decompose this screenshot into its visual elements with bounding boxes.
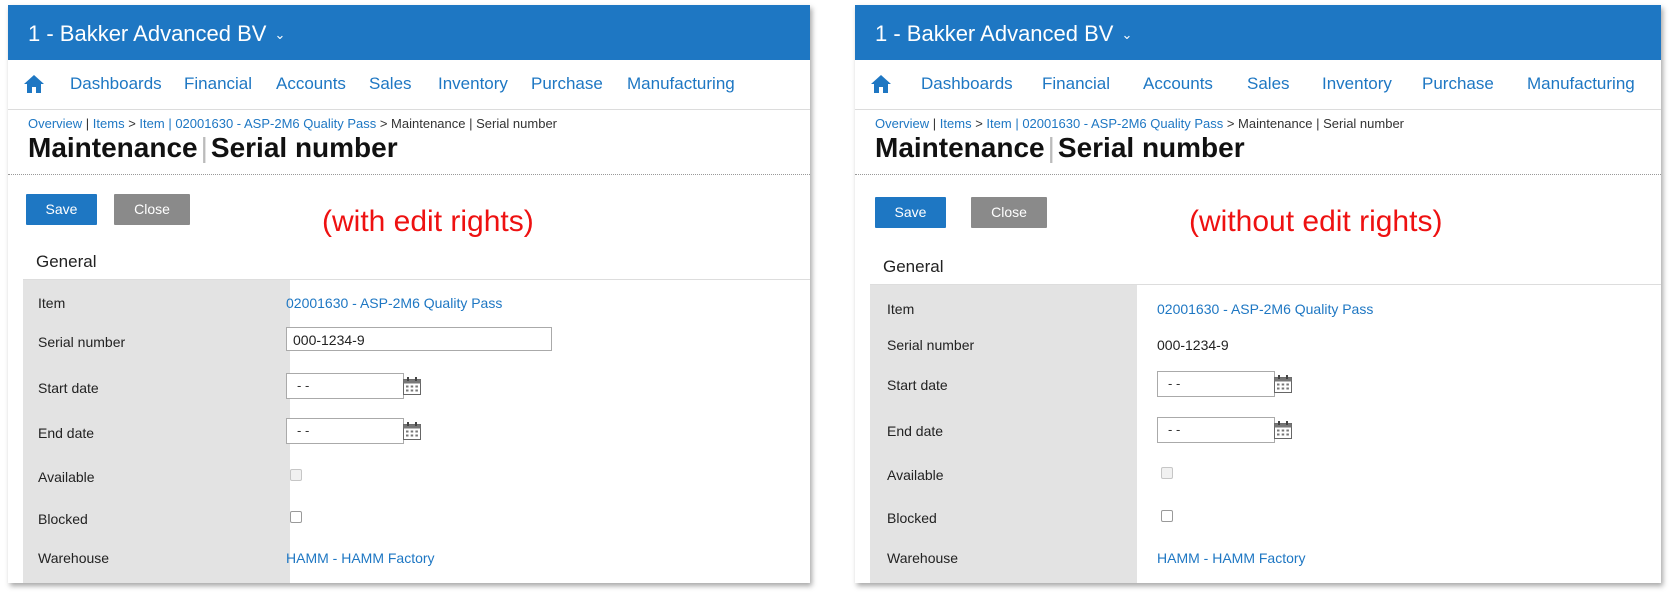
- label-available: Available: [887, 467, 944, 483]
- nav-accounts[interactable]: Accounts: [276, 74, 346, 94]
- chevron-down-icon: ⌄: [1121, 27, 1133, 42]
- home-icon[interactable]: [23, 73, 45, 95]
- available-checkbox: [1161, 467, 1173, 479]
- nav-manufacturing[interactable]: Manufacturing: [1527, 74, 1635, 94]
- label-warehouse: Warehouse: [38, 550, 110, 566]
- nav-purchase[interactable]: Purchase: [1422, 74, 1494, 94]
- main-nav: Dashboards Financial Accounts Sales Inve…: [855, 60, 1661, 110]
- page-title-sub: Serial number: [1057, 132, 1245, 163]
- warehouse-link[interactable]: HAMM - HAMM Factory: [1157, 550, 1306, 566]
- main-nav: Dashboards Financial Accounts Sales Inve…: [8, 60, 810, 110]
- save-button[interactable]: Save: [875, 197, 946, 228]
- top-bar: 1 - Bakker Advanced BV ⌄: [855, 5, 1661, 60]
- serial-number-value: 000-1234-9: [1157, 337, 1229, 353]
- nav-dashboards[interactable]: Dashboards: [70, 74, 162, 94]
- label-serial-number: Serial number: [38, 334, 126, 350]
- calendar-icon[interactable]: [402, 421, 422, 441]
- page-title: Maintenance | Serial number: [875, 132, 1245, 163]
- label-item: Item: [38, 295, 66, 311]
- nav-inventory[interactable]: Inventory: [438, 74, 508, 94]
- company-name: 1 - Bakker Advanced BV: [28, 21, 267, 46]
- label-end-date: End date: [38, 425, 95, 441]
- nav-accounts[interactable]: Accounts: [1143, 74, 1213, 94]
- save-button[interactable]: Save: [26, 194, 97, 225]
- company-selector[interactable]: 1 - Bakker Advanced BV ⌄: [875, 21, 1132, 47]
- annotation-label: (with edit rights): [322, 205, 534, 238]
- label-blocked: Blocked: [38, 511, 88, 527]
- label-item: Item: [887, 301, 915, 317]
- nav-sales[interactable]: Sales: [369, 74, 412, 94]
- nav-financial[interactable]: Financial: [184, 74, 252, 94]
- section-title-general: General: [883, 257, 944, 276]
- close-button[interactable]: Close: [114, 194, 190, 225]
- breadcrumb-current: Maintenance | Serial number: [1238, 116, 1405, 131]
- nav-manufacturing[interactable]: Manufacturing: [627, 74, 735, 94]
- nav-sales[interactable]: Sales: [1247, 74, 1290, 94]
- label-blocked: Blocked: [887, 510, 937, 526]
- start-date-input[interactable]: - -: [1157, 371, 1275, 397]
- window-with-edit-rights: 1 - Bakker Advanced BV ⌄ Dashboards Finan…: [8, 5, 810, 583]
- start-date-input[interactable]: - -: [286, 373, 404, 399]
- label-warehouse: Warehouse: [887, 550, 959, 566]
- nav-financial[interactable]: Financial: [1042, 74, 1110, 94]
- calendar-icon[interactable]: [402, 376, 422, 396]
- nav-inventory[interactable]: Inventory: [1322, 74, 1392, 94]
- item-link[interactable]: 02001630 - ASP-2M6 Quality Pass: [286, 295, 502, 311]
- label-serial-number: Serial number: [887, 337, 975, 353]
- title-divider: [8, 174, 810, 175]
- warehouse-link[interactable]: HAMM - HAMM Factory: [286, 550, 435, 566]
- end-date-input[interactable]: - -: [286, 418, 404, 444]
- breadcrumb-item-code[interactable]: 02001630 - ASP-2M6 Quality Pass: [1022, 116, 1223, 131]
- breadcrumb-current: Maintenance | Serial number: [391, 116, 558, 131]
- page-title-main: Maintenance: [28, 132, 198, 163]
- breadcrumb-overview[interactable]: Overview: [875, 116, 929, 131]
- section-title-general: General: [36, 252, 97, 271]
- company-selector[interactable]: 1 - Bakker Advanced BV ⌄: [28, 21, 285, 47]
- breadcrumb-item[interactable]: Item: [139, 116, 164, 131]
- nav-dashboards[interactable]: Dashboards: [921, 74, 1013, 94]
- item-link[interactable]: 02001630 - ASP-2M6 Quality Pass: [1157, 301, 1373, 317]
- breadcrumb-item-code[interactable]: 02001630 - ASP-2M6 Quality Pass: [175, 116, 376, 131]
- close-button[interactable]: Close: [971, 197, 1047, 228]
- label-available: Available: [38, 469, 95, 485]
- page-title-main: Maintenance: [875, 132, 1045, 163]
- end-date-input[interactable]: - -: [1157, 417, 1275, 443]
- blocked-checkbox[interactable]: [1161, 510, 1173, 522]
- calendar-icon[interactable]: [1273, 374, 1293, 394]
- page-title-sub: Serial number: [210, 132, 398, 163]
- blocked-checkbox[interactable]: [290, 511, 302, 523]
- calendar-icon[interactable]: [1273, 420, 1293, 440]
- available-checkbox: [290, 469, 302, 481]
- breadcrumb-overview[interactable]: Overview: [28, 116, 82, 131]
- window-without-edit-rights: 1 - Bakker Advanced BV ⌄ Dashboards Finan…: [855, 5, 1661, 583]
- breadcrumb-item[interactable]: Item: [986, 116, 1011, 131]
- annotation-label: (without edit rights): [1189, 205, 1443, 238]
- breadcrumb: Overview | Items > Item | 02001630 - ASP…: [28, 116, 558, 131]
- home-icon[interactable]: [870, 73, 892, 95]
- top-bar: 1 - Bakker Advanced BV ⌄: [8, 5, 810, 60]
- title-divider: [855, 174, 1661, 175]
- breadcrumb-items[interactable]: Items: [93, 116, 125, 131]
- breadcrumb: Overview | Items > Item | 02001630 - ASP…: [875, 116, 1405, 131]
- serial-number-input[interactable]: 000-1234-9: [286, 327, 552, 351]
- company-name: 1 - Bakker Advanced BV: [875, 21, 1114, 46]
- label-end-date: End date: [887, 423, 944, 439]
- breadcrumb-items[interactable]: Items: [940, 116, 972, 131]
- nav-purchase[interactable]: Purchase: [531, 74, 603, 94]
- label-start-date: Start date: [887, 377, 948, 393]
- label-start-date: Start date: [38, 380, 99, 396]
- page-title: Maintenance | Serial number: [28, 132, 398, 163]
- chevron-down-icon: ⌄: [274, 27, 286, 42]
